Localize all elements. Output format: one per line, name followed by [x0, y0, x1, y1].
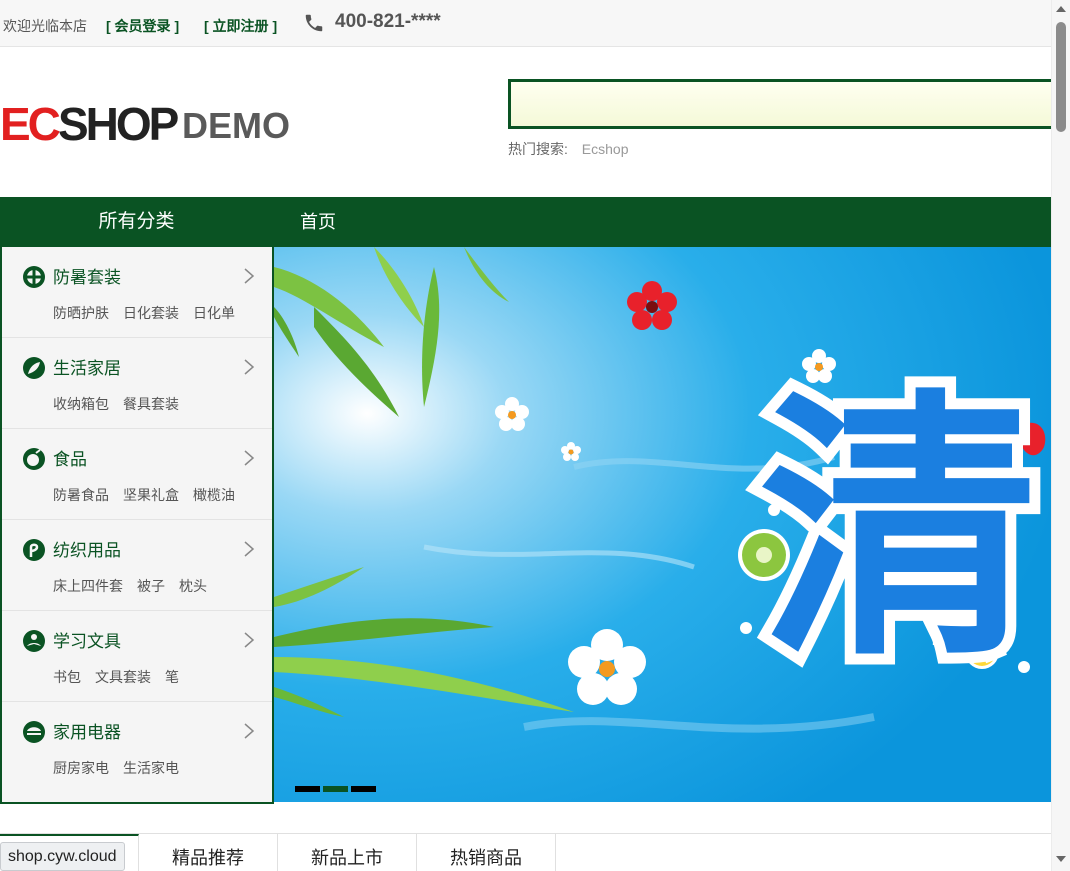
main-nav: 所有分类 首页: [0, 197, 1051, 247]
slide-dot[interactable]: [295, 786, 320, 792]
phone-icon: [305, 14, 323, 32]
search-input[interactable]: [511, 82, 1051, 126]
product-tabs: 精品推荐 新品上市 热销商品: [0, 833, 1051, 871]
scroll-up-arrow-icon[interactable]: [1056, 6, 1066, 12]
svg-text:SHOP: SHOP: [58, 98, 179, 150]
subcategory-link[interactable]: 日化套装: [123, 305, 179, 321]
chevron-right-icon: [244, 450, 255, 466]
category-item[interactable]: 纺织用品 床上四件套 被子 枕头: [2, 520, 272, 611]
hot-search-label: 热门搜索:: [508, 141, 568, 157]
subcategory-link[interactable]: 书包: [53, 669, 81, 685]
hot-search-word[interactable]: Ecshop: [582, 141, 629, 157]
subcategory-link[interactable]: 厨房家电: [53, 760, 109, 776]
welcome-text: 欢迎光临本店: [3, 18, 87, 34]
search-box[interactable]: [508, 79, 1054, 129]
chevron-right-icon: [244, 359, 255, 375]
scrollbar[interactable]: [1051, 0, 1070, 871]
scroll-thumb[interactable]: [1056, 22, 1066, 132]
ecshop-logo[interactable]: EC SHOP DEMO: [0, 95, 300, 155]
category-name[interactable]: 家用电器: [53, 718, 121, 743]
subcategory-link[interactable]: 笔: [165, 669, 179, 685]
phone-number: 400-821-****: [335, 11, 441, 32]
subcategory-link[interactable]: 坚果礼盒: [123, 487, 179, 503]
category-item[interactable]: 食品 防暑食品 坚果礼盒 橄榄油: [2, 429, 272, 520]
cross-circle-icon: [23, 266, 45, 288]
tab-featured[interactable]: 精品推荐: [139, 834, 278, 871]
svg-text:EC: EC: [0, 98, 60, 150]
subcategory-link[interactable]: 被子: [137, 578, 165, 594]
category-name[interactable]: 生活家居: [53, 354, 121, 379]
banner-headline-fill: 清: [759, 368, 1039, 694]
slide-dot-active[interactable]: [323, 786, 348, 792]
banner-image: 清 清: [274, 247, 1051, 802]
register-link[interactable]: [ 立即注册 ]: [204, 16, 277, 36]
chevron-right-icon: [244, 268, 255, 284]
tab-hot-sales[interactable]: 热销商品: [417, 834, 556, 871]
category-name[interactable]: 食品: [53, 445, 87, 470]
hot-search: 热门搜索: Ecshop: [508, 139, 628, 159]
top-bar: 欢迎光临本店 [ 会员登录 ] [ 立即注册 ] 400-821-****: [0, 0, 1051, 47]
category-item[interactable]: 防暑套装 防晒护肤 日化套装 日化单: [2, 247, 272, 338]
chevron-right-icon: [244, 632, 255, 648]
subcategory-link[interactable]: 日化单: [193, 305, 235, 321]
subcategory-link[interactable]: 收纳箱包: [53, 396, 109, 412]
category-item[interactable]: 家用电器 厨房家电 生活家电: [2, 702, 272, 793]
scroll-down-arrow-icon[interactable]: [1056, 856, 1066, 862]
leaf-icon: [23, 357, 45, 379]
promo-banner[interactable]: 清 清: [274, 247, 1051, 802]
svg-text:DEMO: DEMO: [182, 105, 290, 146]
study-icon: [23, 630, 45, 652]
subcategory-link[interactable]: 文具套装: [95, 669, 151, 685]
chevron-right-icon: [244, 723, 255, 739]
category-name[interactable]: 防暑套装: [53, 263, 121, 288]
food-icon: [23, 448, 45, 470]
category-name[interactable]: 纺织用品: [53, 536, 121, 561]
subcategory-link[interactable]: 餐具套装: [123, 396, 179, 412]
login-link[interactable]: [ 会员登录 ]: [106, 16, 179, 36]
category-name[interactable]: 学习文具: [53, 627, 121, 652]
subcategory-link[interactable]: 生活家电: [123, 760, 179, 776]
subcategory-link[interactable]: 床上四件套: [53, 578, 123, 594]
subcategory-link[interactable]: 橄榄油: [193, 487, 235, 503]
status-bar-url: shop.cyw.cloud: [0, 842, 125, 871]
category-item[interactable]: 学习文具 书包 文具套装笔: [2, 611, 272, 702]
category-menu: 防暑套装 防晒护肤 日化套装 日化单 生活家居 收纳箱包 餐具套装 食品 防暑食品 坚果…: [0, 247, 274, 804]
chevron-right-icon: [244, 541, 255, 557]
all-categories-button[interactable]: 所有分类: [0, 197, 273, 247]
category-item[interactable]: 生活家居 收纳箱包 餐具套装: [2, 338, 272, 429]
subcategory-link[interactable]: 防暑食品: [53, 487, 109, 503]
textile-icon: [23, 539, 45, 561]
slide-dot[interactable]: [351, 786, 376, 792]
banner-slide-indicators: [295, 779, 379, 797]
subcategory-link[interactable]: 枕头: [179, 578, 207, 594]
appliance-icon: [23, 721, 45, 743]
subcategory-link[interactable]: 防晒护肤: [53, 305, 109, 321]
nav-item-home[interactable]: 首页: [300, 197, 336, 247]
tab-new-arrivals[interactable]: 新品上市: [278, 834, 417, 871]
